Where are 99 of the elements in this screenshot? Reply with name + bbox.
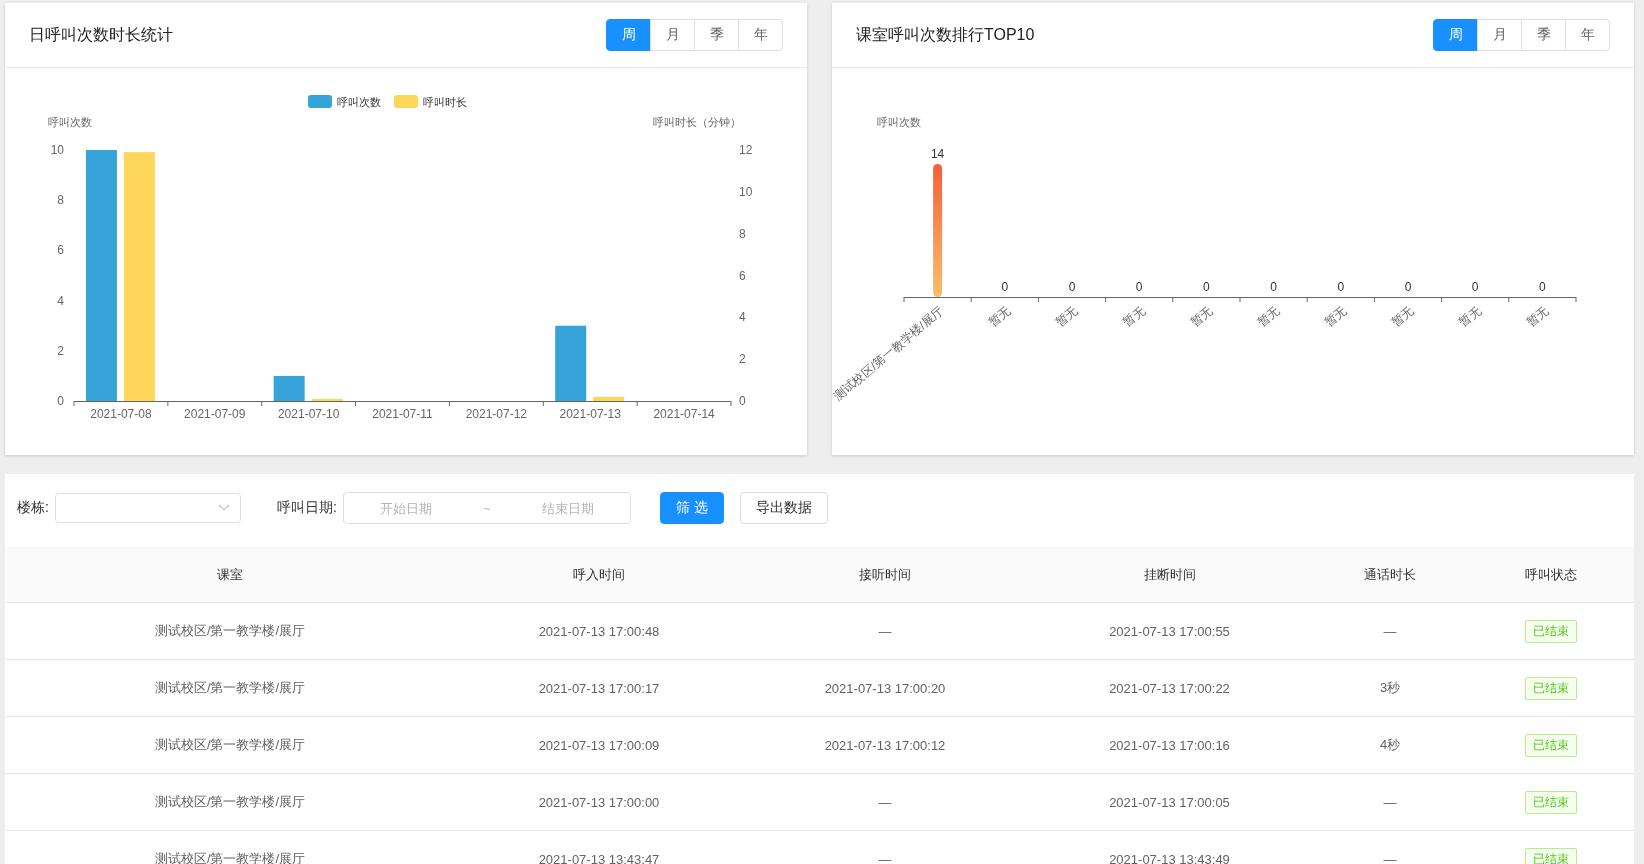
data-label: 14 (930, 147, 945, 161)
table-cell: — (743, 773, 1027, 831)
data-label: 0 (1203, 280, 1210, 294)
table-cell: — (1312, 602, 1468, 660)
period-tab[interactable]: 月 (650, 19, 695, 51)
export-button[interactable]: 导出数据 (739, 492, 828, 524)
tick-label: 2 (57, 343, 64, 358)
status-tag: 已结束 (1525, 619, 1577, 643)
table-cell: 2021-07-13 17:00:20 (743, 659, 1027, 717)
field-label: 楼栋: (17, 499, 49, 517)
status-tag: 已结束 (1525, 790, 1577, 814)
table-cell: 2021-07-13 17:00:05 (1027, 773, 1312, 831)
category-label: 2021-07-11 (372, 407, 433, 421)
card-title: 日呼叫次数时长统计 (29, 24, 173, 45)
table-cell: 2021-07-13 17:00:22 (1027, 659, 1312, 717)
period-tab[interactable]: 季 (694, 19, 739, 51)
table-cell: — (1312, 773, 1468, 831)
start-date-field[interactable]: 开始日期 (358, 499, 453, 517)
data-label: 0 (1135, 280, 1143, 294)
field-label: 呼叫日期: (276, 499, 337, 517)
axis-title: 呼叫次数 (877, 116, 921, 128)
category-label: 暂无 (1187, 303, 1215, 330)
period-tab[interactable]: 季 (1521, 19, 1566, 51)
table-cell: — (743, 602, 1027, 660)
data-label: 0 (1337, 280, 1345, 294)
tick-label: 6 (739, 268, 746, 283)
bar (273, 375, 305, 401)
status-tag: 已结束 (1525, 847, 1577, 864)
legend-label[interactable]: 呼叫时长 (423, 96, 467, 108)
table-cell: 2021-07-13 17:00:00 (455, 773, 743, 831)
table-cell: 2021-07-13 17:00:09 (455, 716, 743, 774)
table-cell: 测试校区/第一教学楼/展厅 (5, 659, 455, 717)
data-label: 0 (1539, 280, 1546, 294)
tick-label: 10 (50, 143, 64, 157)
tick-label: 4 (57, 293, 64, 308)
table-cell: 3秒 (1312, 659, 1468, 717)
table-cell: 2021-07-13 13:43:49 (1027, 830, 1312, 864)
table-cell: 2021-07-13 17:00:55 (1027, 602, 1312, 660)
tick-label: 4 (739, 310, 746, 325)
period-tab[interactable]: 年 (1565, 19, 1610, 51)
data-label: 0 (1001, 280, 1009, 294)
category-label: 2021-07-08 (90, 407, 152, 421)
table-cell: 2021-07-13 17:00:12 (743, 716, 1027, 774)
category-label: 2021-07-10 (277, 407, 340, 421)
tick-label: 0 (739, 394, 746, 408)
tick-label: 2 (739, 352, 746, 367)
category-label: 暂无 (1456, 303, 1484, 330)
table-cell: 2021-07-13 17:00:48 (455, 602, 743, 660)
status-tag: 已结束 (1525, 733, 1577, 757)
period-tab[interactable]: 月 (1477, 19, 1522, 51)
status-tag: 已结束 (1525, 676, 1577, 700)
category-label: 暂无 (1389, 303, 1417, 330)
tick-label: 0 (57, 394, 64, 408)
column-header: 呼入时间 (455, 547, 743, 603)
table-cell: 2021-07-13 17:00:17 (455, 659, 743, 717)
data-label: 0 (1471, 280, 1479, 294)
card-title: 课室呼叫次数排行TOP10 (856, 24, 1035, 45)
building-select[interactable] (54, 493, 241, 523)
category-label: 暂无 (1321, 303, 1350, 330)
category-label: 暂无 (1254, 303, 1283, 330)
tick-label: 8 (57, 193, 64, 208)
legend-label[interactable]: 呼叫次数 (337, 96, 381, 108)
data-label: 0 (1404, 280, 1412, 294)
tick-label: 8 (739, 226, 746, 241)
tick-label: 12 (739, 143, 753, 157)
category-label: 2021-07-14 (653, 407, 715, 421)
axis-title: 呼叫次数 (48, 116, 92, 128)
table-cell: 测试校区/第一教学楼/展厅 (5, 602, 455, 660)
column-header: 呼叫状态 (1468, 547, 1634, 603)
column-header: 通话时长 (1312, 547, 1468, 603)
data-label: 0 (1068, 280, 1076, 294)
column-header: 接听时间 (743, 547, 1027, 603)
table-cell: — (743, 830, 1027, 864)
chevron-down-icon (217, 504, 230, 512)
range-separator: ~ (482, 500, 491, 516)
column-header: 课室 (5, 547, 455, 603)
tick-label: 10 (739, 184, 753, 199)
table-cell: 2021-07-13 17:00:16 (1027, 716, 1312, 774)
category-label: 暂无 (1053, 303, 1081, 330)
table-cell: 测试校区/第一教学楼/展厅 (5, 773, 455, 831)
period-tab[interactable]: 年 (738, 19, 783, 51)
bar (593, 396, 625, 401)
axis-title: 呼叫时长（分钟） (653, 116, 741, 128)
table-cell: — (1312, 830, 1468, 864)
category-label: 2021-07-09 (184, 407, 246, 421)
bar (311, 398, 343, 401)
category-label: 2021-07-13 (559, 407, 621, 421)
category-label: 暂无 (1523, 303, 1551, 330)
category-label: 测试校区/第一教学楼/展厅 (832, 303, 947, 404)
table-cell: 测试校区/第一教学楼/展厅 (5, 716, 455, 774)
table-cell: 4秒 (1312, 716, 1468, 774)
tick-label: 6 (57, 243, 64, 258)
data-label: 0 (1270, 280, 1277, 294)
end-date-field[interactable]: 结束日期 (520, 499, 615, 517)
category-label: 2021-07-12 (465, 407, 528, 421)
category-label: 暂无 (1120, 303, 1148, 330)
category-label: 暂无 (985, 303, 1014, 330)
column-header: 挂断时间 (1027, 547, 1312, 603)
table-cell: 2021-07-13 13:43:47 (455, 830, 743, 864)
